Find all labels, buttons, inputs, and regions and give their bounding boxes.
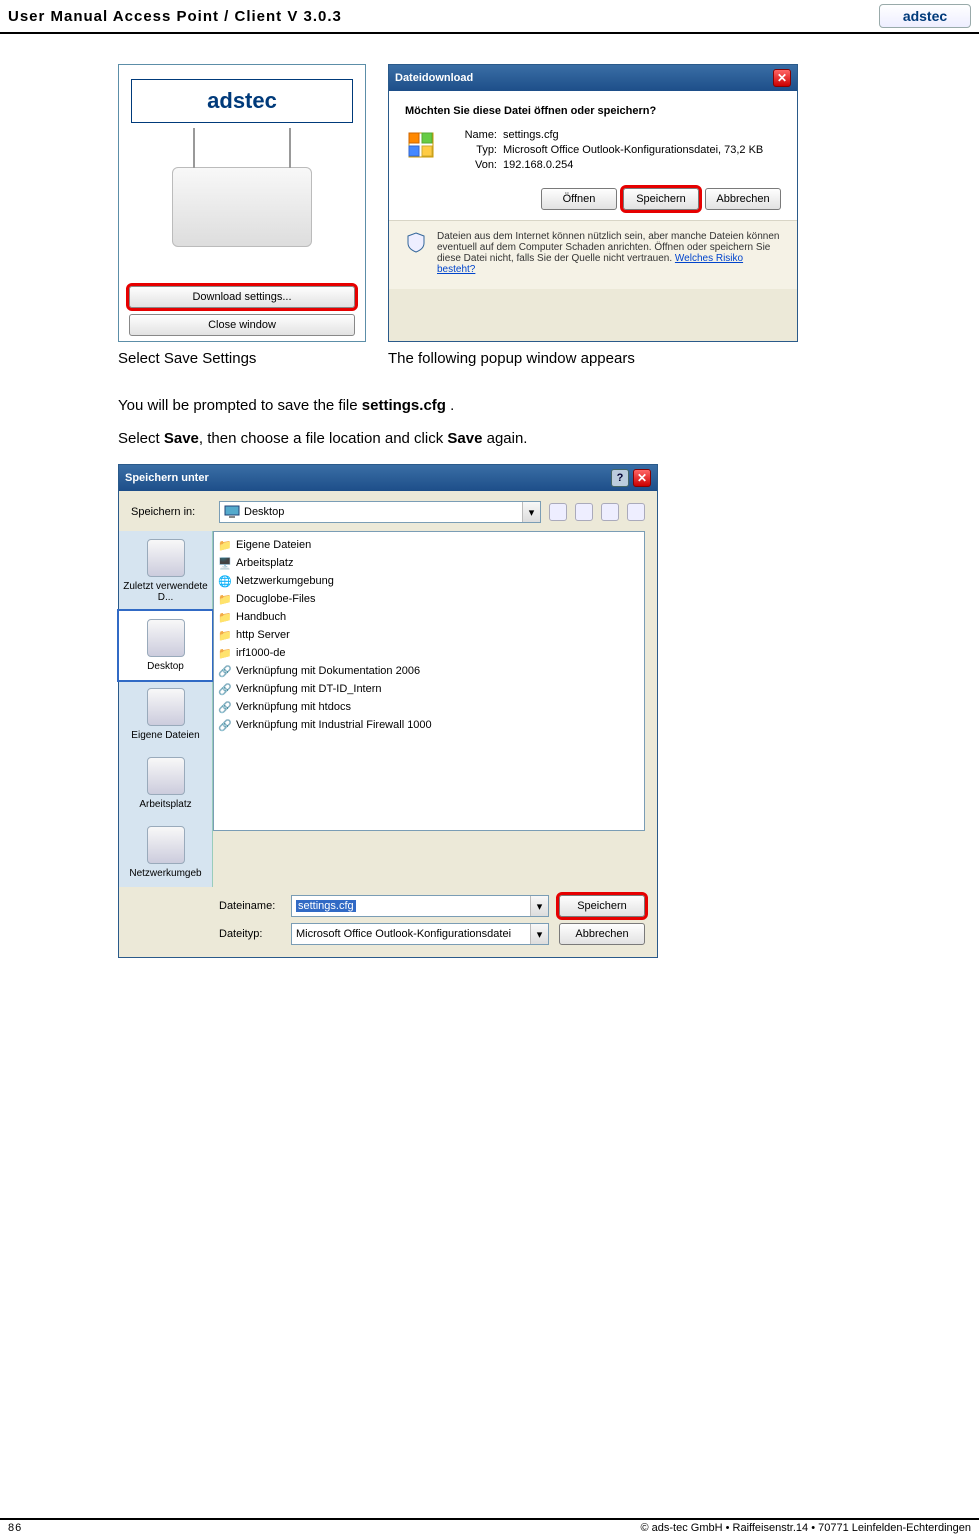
file-type-icon — [405, 129, 437, 161]
download-settings-button[interactable]: Download settings... — [129, 286, 355, 308]
place-desktop[interactable]: Desktop — [119, 611, 212, 680]
back-icon[interactable] — [549, 503, 567, 521]
filetype-value: Microsoft Office Outlook-Konfigurationsd… — [296, 928, 511, 940]
value-name: settings.cfg — [503, 129, 559, 141]
close-icon[interactable]: ✕ — [633, 469, 651, 487]
chevron-down-icon[interactable]: ▾ — [530, 924, 548, 944]
page-footer: 86 © ads-tec GmbH • Raiffeisenstr.14 • 7… — [0, 1518, 979, 1534]
list-item[interactable]: 🖥️Arbeitsplatz — [218, 554, 640, 572]
page-number: 86 — [8, 1522, 22, 1534]
save-in-dropdown[interactable]: Desktop ▾ — [219, 501, 541, 523]
filetype-label: Dateityp: — [219, 928, 281, 940]
folder-icon: 📁 — [218, 538, 232, 552]
page-header: User Manual Access Point / Client V 3.0.… — [0, 0, 979, 34]
file-list[interactable]: 📁Eigene Dateien 🖥️Arbeitsplatz 🌐Netzwerk… — [213, 531, 645, 831]
close-window-button[interactable]: Close window — [129, 314, 355, 336]
list-item[interactable]: 📁Eigene Dateien — [218, 536, 640, 554]
list-item[interactable]: 🔗Verknüpfung mit DT-ID_Intern — [218, 680, 640, 698]
shortcut-icon: 🔗 — [218, 682, 232, 696]
cancel-button[interactable]: Abbrechen — [705, 188, 781, 210]
list-item[interactable]: 🔗Verknüpfung mit Dokumentation 2006 — [218, 662, 640, 680]
paragraph-2: Select Save, then choose a file location… — [118, 428, 869, 451]
chevron-down-icon[interactable]: ▾ — [522, 502, 540, 522]
list-item[interactable]: 🔗Verknüpfung mit Industrial Firewall 100… — [218, 716, 640, 734]
caption-right: The following popup window appears — [388, 350, 869, 367]
app-window: adstec Download settings... Close window — [118, 64, 366, 342]
save-button[interactable]: Speichern — [559, 895, 645, 917]
filename-label: Dateiname: — [219, 900, 281, 912]
save-as-dialog: Speichern unter ? ✕ Speichern in: Deskto… — [118, 464, 658, 958]
place-recent[interactable]: Zuletzt verwendete D... — [119, 531, 212, 611]
list-item[interactable]: 📁irf1000-de — [218, 644, 640, 662]
place-computer[interactable]: Arbeitsplatz — [119, 749, 212, 818]
label-from: Von: — [447, 159, 497, 171]
close-icon[interactable]: ✕ — [773, 69, 791, 87]
list-item[interactable]: 📁http Server — [218, 626, 640, 644]
save-in-value: Desktop — [244, 506, 284, 518]
copyright: © ads-tec GmbH • Raiffeisenstr.14 • 7077… — [640, 1522, 971, 1534]
filetype-dropdown[interactable]: Microsoft Office Outlook-Konfigurationsd… — [291, 923, 549, 945]
label-name: Name: — [447, 129, 497, 141]
shield-icon — [405, 231, 427, 253]
file-download-dialog: Dateidownload ✕ Möchten Sie diese Datei … — [388, 64, 798, 342]
new-folder-icon[interactable] — [601, 503, 619, 521]
list-item[interactable]: 🌐Netzwerkumgebung — [218, 572, 640, 590]
cancel-button[interactable]: Abbrechen — [559, 923, 645, 945]
place-documents[interactable]: Eigene Dateien — [119, 680, 212, 749]
filename-input[interactable]: settings.cfg ▾ — [291, 895, 549, 917]
device-image — [131, 131, 353, 283]
brand-logo: adstec — [879, 4, 971, 28]
up-icon[interactable] — [575, 503, 593, 521]
save-button[interactable]: Speichern — [623, 188, 699, 210]
app-logo: adstec — [131, 79, 353, 123]
shortcut-icon: 🔗 — [218, 718, 232, 732]
save-dialog-title: Speichern unter — [125, 472, 209, 484]
value-type: Microsoft Office Outlook-Konfigurationsd… — [503, 144, 763, 156]
paragraph-1: You will be prompted to save the file se… — [118, 395, 869, 418]
place-network[interactable]: Netzwerkumgeb — [119, 818, 212, 887]
computer-icon: 🖥️ — [218, 556, 232, 570]
filename-value: settings.cfg — [296, 900, 356, 912]
list-item[interactable]: 🔗Verknüpfung mit htdocs — [218, 698, 640, 716]
save-in-label: Speichern in: — [131, 506, 211, 518]
label-type: Typ: — [447, 144, 497, 156]
open-button[interactable]: Öffnen — [541, 188, 617, 210]
help-icon[interactable]: ? — [611, 469, 629, 487]
folder-icon: 📁 — [218, 592, 232, 606]
list-item[interactable]: 📁Handbuch — [218, 608, 640, 626]
dialog-title: Dateidownload — [395, 72, 473, 84]
toolbar-icons — [549, 503, 645, 521]
value-from: 192.168.0.254 — [503, 159, 573, 171]
network-icon: 🌐 — [218, 574, 232, 588]
shortcut-icon: 🔗 — [218, 700, 232, 714]
views-icon[interactable] — [627, 503, 645, 521]
manual-title: User Manual Access Point / Client V 3.0.… — [8, 8, 342, 25]
folder-icon: 📁 — [218, 628, 232, 642]
folder-icon: 📁 — [218, 646, 232, 660]
desktop-icon — [224, 503, 240, 522]
shortcut-icon: 🔗 — [218, 664, 232, 678]
dialog-question: Möchten Sie diese Datei öffnen oder spei… — [405, 105, 781, 117]
chevron-down-icon[interactable]: ▾ — [530, 896, 548, 916]
places-bar: Zuletzt verwendete D... Desktop Eigene D… — [119, 531, 213, 887]
list-item[interactable]: 📁Docuglobe-Files — [218, 590, 640, 608]
caption-left: Select Save Settings — [118, 350, 366, 367]
folder-icon: 📁 — [218, 610, 232, 624]
